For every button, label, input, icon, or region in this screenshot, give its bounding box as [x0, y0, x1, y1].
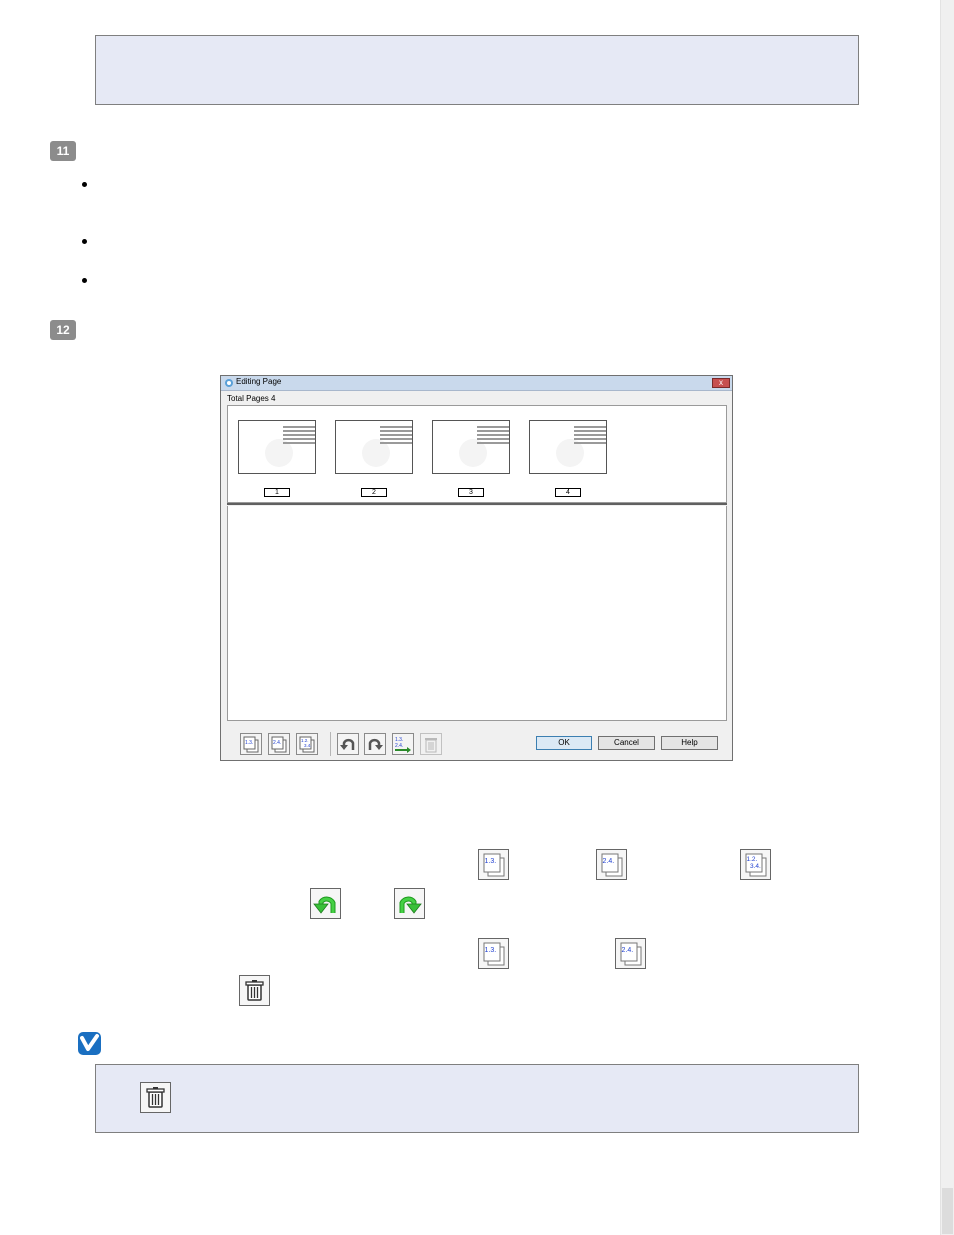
page-thumbnail-2[interactable]	[335, 420, 413, 474]
all-pages-icon-label-1: 1.2.	[747, 856, 758, 863]
help-button[interactable]: Help	[661, 736, 718, 750]
bottom-note-box	[95, 1064, 859, 1133]
all-pages-icon: 1.2. 3.4.	[740, 849, 771, 880]
page-thumbnail-1[interactable]	[238, 420, 316, 474]
top-note-box	[95, 35, 859, 105]
dialog-title: Editing Page	[236, 377, 282, 386]
even-pages-icon-2: 2.4.	[615, 938, 646, 969]
svg-text:1.3.: 1.3.	[245, 740, 253, 746]
total-pages-label: Total Pages 4	[227, 394, 276, 403]
odd-pages-icon-2: 1.3.	[478, 938, 509, 969]
thumbnail-panel: 1 2 3 4	[227, 405, 727, 503]
select-all-pages-icon[interactable]: 1.2. 3.4.	[296, 733, 318, 755]
page-thumbnail-3[interactable]	[432, 420, 510, 474]
vertical-scrollbar[interactable]	[940, 0, 954, 1235]
preview-panel	[227, 506, 727, 721]
editing-page-dialog: Editing Page x Total Pages 4 1 2 3 4 1.3…	[220, 375, 733, 761]
even-pages-icon-2-label: 2.4.	[622, 947, 634, 954]
ok-button[interactable]: OK	[536, 736, 592, 750]
trash-icon-note	[140, 1082, 171, 1113]
rotate-right-icon[interactable]	[364, 733, 386, 755]
svg-text:2.4.: 2.4.	[273, 740, 281, 746]
reorder-pages-icon[interactable]: 1.3. 2.4.	[392, 733, 414, 755]
step-12-badge: 12	[50, 320, 76, 340]
select-odd-pages-icon[interactable]: 1.3.	[240, 733, 262, 755]
bullet-2	[82, 239, 87, 244]
page-thumbnail-4[interactable]	[529, 420, 607, 474]
page-number-2[interactable]: 2	[361, 488, 387, 497]
step-11-badge: 11	[50, 141, 76, 161]
cancel-button[interactable]: Cancel	[598, 736, 655, 750]
rotate-left-icon	[310, 888, 341, 919]
note-check-icon	[78, 1032, 101, 1055]
scrollbar-thumb[interactable]	[942, 1188, 953, 1234]
dialog-titlebar: Editing Page x	[221, 376, 732, 391]
odd-pages-icon-2-label: 1.3.	[485, 947, 497, 954]
odd-pages-icon: 1.3.	[478, 849, 509, 880]
page-number-3[interactable]: 3	[458, 488, 484, 497]
delete-page-icon[interactable]	[420, 733, 442, 755]
page-number-1[interactable]: 1	[264, 488, 290, 497]
select-even-pages-icon[interactable]: 2.4.	[268, 733, 290, 755]
odd-pages-icon-label: 1.3.	[485, 858, 497, 865]
svg-text:2.4.: 2.4.	[395, 743, 403, 749]
bullet-1	[82, 182, 87, 187]
all-pages-icon-label-2: 3.4.	[750, 863, 761, 870]
svg-text:3.4.: 3.4.	[304, 743, 312, 748]
trash-icon	[239, 975, 270, 1006]
bullet-3	[82, 278, 87, 283]
page-number-4[interactable]: 4	[555, 488, 581, 497]
rotate-right-icon	[394, 888, 425, 919]
app-icon	[225, 379, 233, 387]
rotate-left-icon[interactable]	[337, 733, 359, 755]
panel-splitter[interactable]	[227, 503, 727, 505]
even-pages-icon: 2.4.	[596, 849, 627, 880]
close-icon[interactable]: x	[712, 378, 730, 388]
even-pages-icon-label: 2.4.	[603, 858, 615, 865]
toolbar-separator	[330, 732, 331, 756]
